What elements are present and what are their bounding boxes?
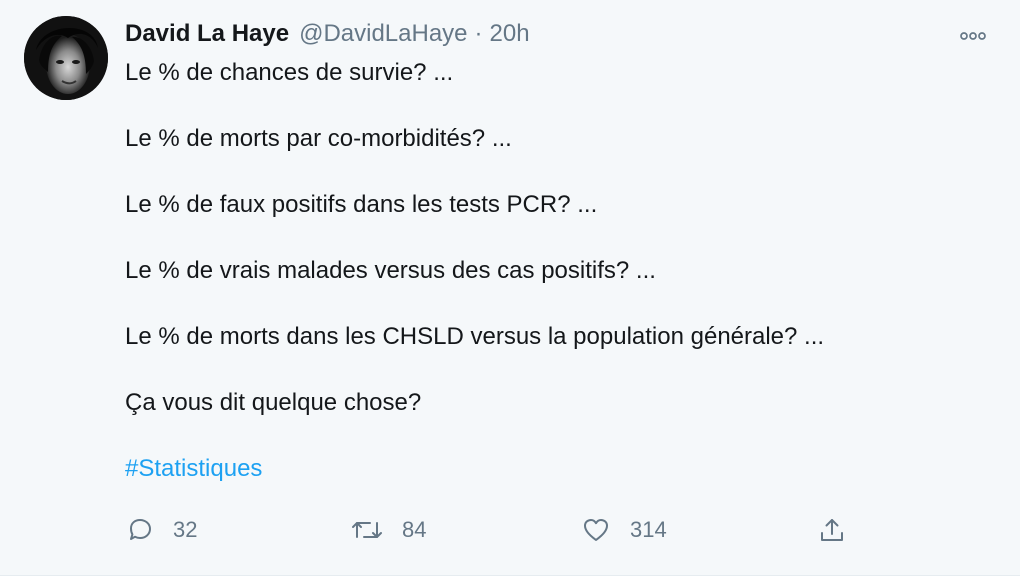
tweet-actions: 32 84 314 bbox=[125, 510, 850, 550]
reply-icon bbox=[130, 519, 151, 540]
share-icon bbox=[821, 519, 843, 541]
author-avatar[interactable] bbox=[24, 16, 108, 100]
retweet-count: 84 bbox=[402, 517, 427, 542]
reply-button[interactable]: 32 bbox=[125, 510, 197, 550]
tweet-body: Le % de chances de survie? ... Le % de m… bbox=[125, 56, 980, 486]
more-options-button[interactable] bbox=[958, 28, 988, 44]
tweet-paragraph: Ça vous dit quelque chose? bbox=[125, 389, 422, 416]
profile-photo-icon bbox=[24, 16, 108, 100]
tweet-paragraph: Le % de chances de survie? ... bbox=[125, 59, 454, 86]
tweet-header: David La Haye @DavidLaHaye · 20h bbox=[125, 18, 980, 50]
header-separator: · bbox=[474, 20, 483, 47]
tweet-card[interactable]: David La Haye @DavidLaHaye · 20h Le % de… bbox=[0, 0, 1020, 576]
tweet-timestamp[interactable]: 20h bbox=[490, 20, 530, 48]
hashtag-link[interactable]: #Statistiques bbox=[125, 452, 262, 486]
tweet-paragraph: Le % de morts dans les CHSLD versus la p… bbox=[125, 323, 825, 350]
share-button[interactable] bbox=[817, 510, 847, 550]
tweet-paragraph: Le % de faux positifs dans les tests PCR… bbox=[125, 191, 598, 218]
tweet-content: David La Haye @DavidLaHaye · 20h Le % de… bbox=[125, 18, 986, 486]
author-display-name[interactable]: David La Haye bbox=[125, 20, 289, 48]
like-count: 314 bbox=[630, 517, 667, 542]
tweet-paragraph: Le % de vrais malades versus des cas pos… bbox=[125, 257, 656, 284]
like-button[interactable]: 314 bbox=[580, 510, 667, 550]
heart-icon bbox=[584, 519, 608, 541]
reply-count: 32 bbox=[173, 517, 198, 542]
retweet-button[interactable]: 84 bbox=[350, 510, 426, 550]
author-handle[interactable]: @DavidLaHaye bbox=[299, 20, 467, 48]
retweet-icon bbox=[352, 522, 382, 538]
more-options-icon bbox=[960, 32, 986, 40]
tweet-paragraph: Le % de morts par co-morbidités? ... bbox=[125, 125, 512, 152]
